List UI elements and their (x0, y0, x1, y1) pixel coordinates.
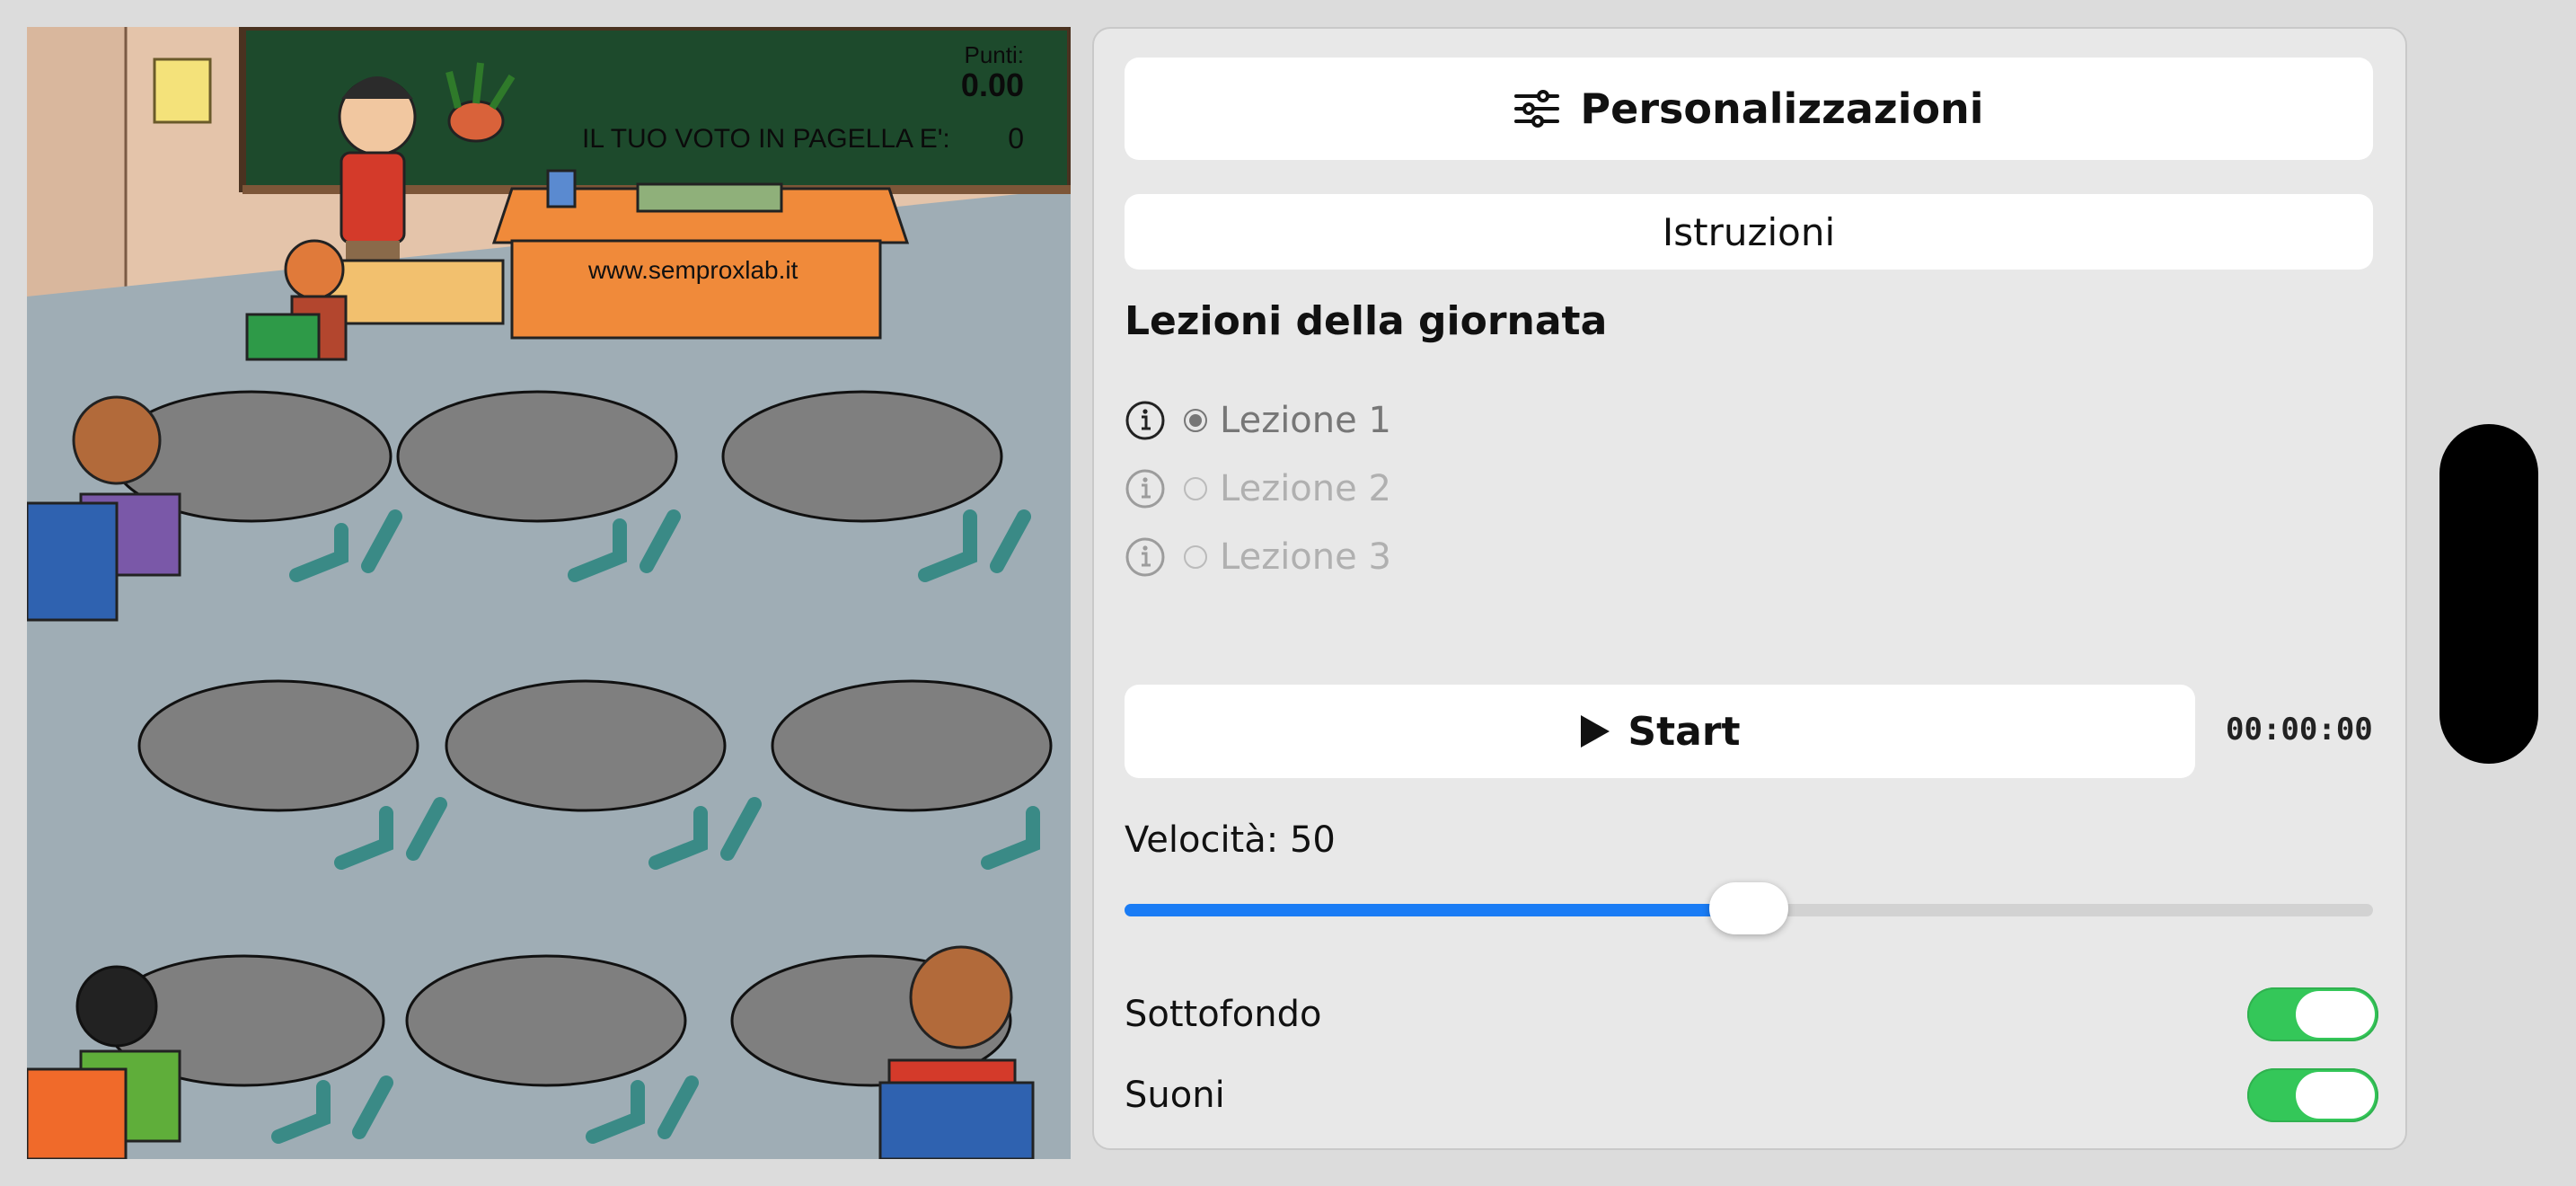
info-icon[interactable] (1125, 536, 1166, 578)
website-text: www.semproxlab.it (588, 256, 798, 284)
speed-slider[interactable] (1125, 882, 2373, 934)
sounds-label: Suoni (1125, 1075, 1225, 1116)
background-music-label: Sottofondo (1125, 994, 1322, 1035)
background-music-toggle[interactable] (2247, 987, 2378, 1041)
lesson-row-2: Lezione 2 (1125, 462, 1391, 516)
lesson-radio-selected[interactable] (1184, 409, 1207, 432)
lesson-row-1[interactable]: Lezione 1 (1125, 394, 1391, 447)
lesson-row-3: Lezione 3 (1125, 530, 1391, 584)
classroom-scene[interactable]: Punti: 0.00 IL TUO VOTO IN PAGELLA E': 0… (27, 27, 1071, 1159)
lesson-radio (1184, 545, 1207, 569)
instructions-label: Istruzioni (1662, 209, 1836, 254)
play-icon (1581, 715, 1610, 748)
customize-label: Personalizzazioni (1580, 84, 1984, 133)
lesson-label: Lezione 2 (1220, 468, 1391, 509)
lesson-radio (1184, 477, 1207, 500)
start-label: Start (1628, 708, 1741, 755)
customize-button[interactable]: Personalizzazioni (1125, 58, 2373, 160)
grade-value: 0 (1008, 122, 1024, 155)
sounds-toggle[interactable] (2247, 1068, 2378, 1122)
info-icon[interactable] (1125, 468, 1166, 509)
instructions-button[interactable]: Istruzioni (1125, 194, 2373, 270)
sliders-icon (1514, 90, 1560, 128)
timer: 00:00:00 (2226, 712, 2373, 748)
info-icon[interactable] (1125, 400, 1166, 441)
speed-slider-fill (1125, 904, 1749, 916)
settings-panel: Personalizzazioni Istruzioni Lezioni del… (1092, 27, 2407, 1150)
lessons-title: Lezioni della giornata (1125, 298, 1608, 344)
background-music-row: Sottofondo (1125, 983, 2378, 1046)
speed-slider-thumb[interactable] (1709, 882, 1788, 934)
lesson-label: Lezione 3 (1220, 536, 1391, 578)
points-label: Punti: (964, 41, 1025, 68)
points-value: 0.00 (960, 66, 1024, 103)
classroom-illustration (27, 27, 1071, 1159)
start-button[interactable]: Start (1125, 685, 2195, 778)
side-handle (2439, 424, 2538, 764)
grade-label: IL TUO VOTO IN PAGELLA E': (582, 124, 950, 154)
sounds-row: Suoni (1125, 1064, 2378, 1127)
speed-label: Velocità: 50 (1125, 819, 1336, 861)
lesson-label: Lezione 1 (1220, 400, 1391, 441)
